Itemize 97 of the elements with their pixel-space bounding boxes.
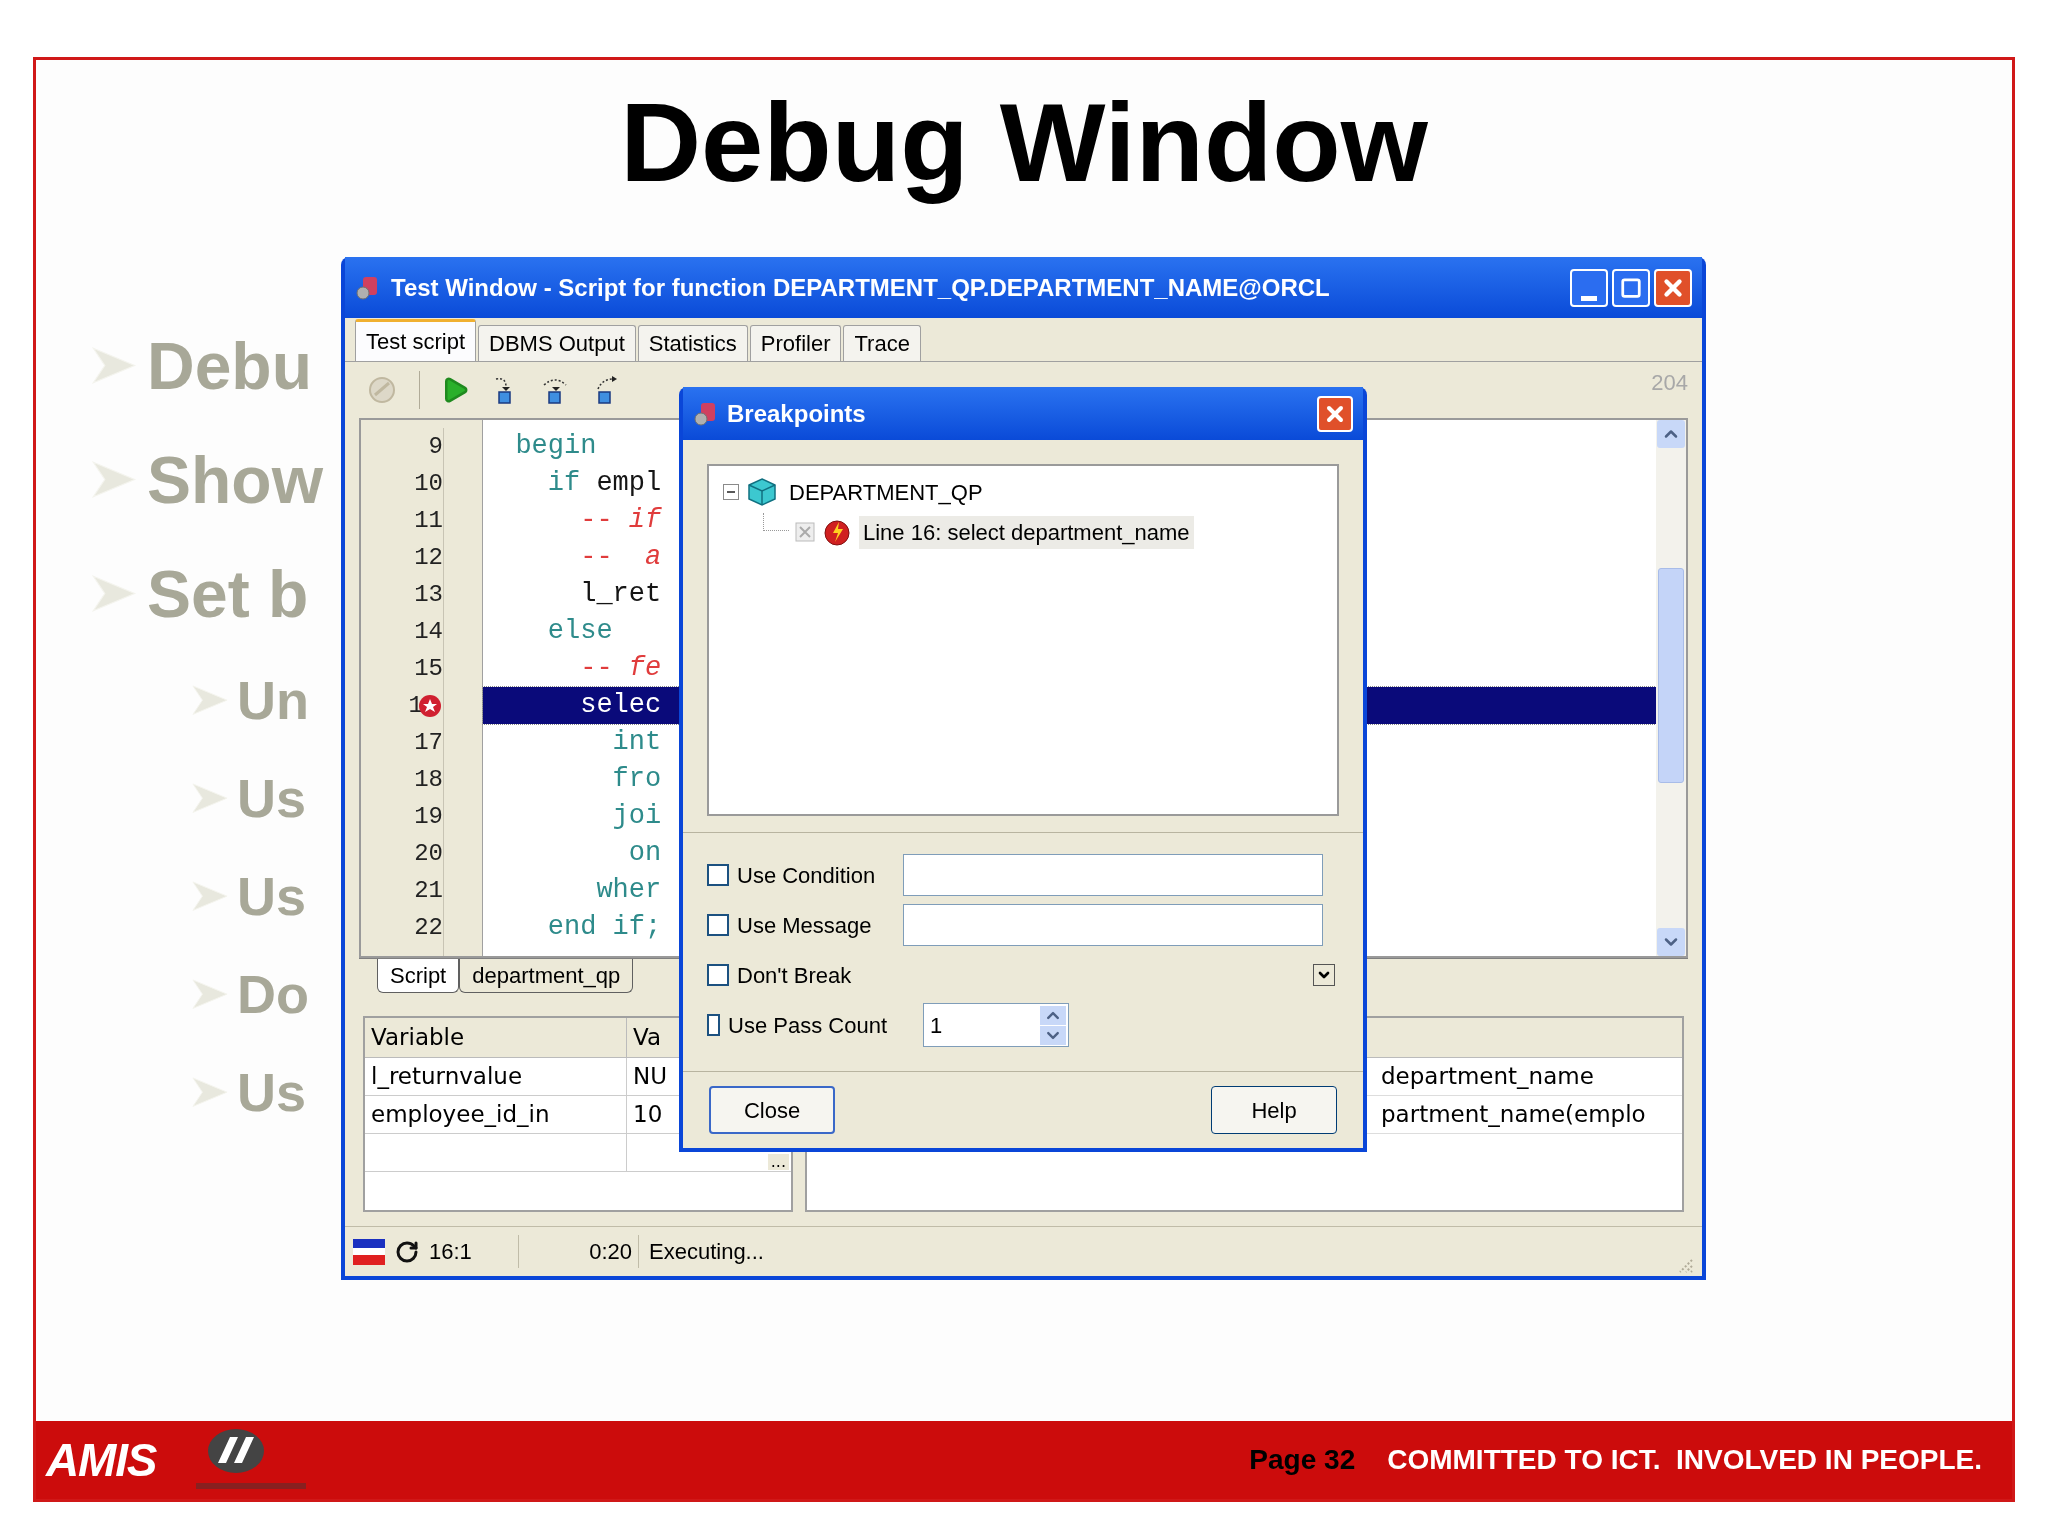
input-field[interactable] — [903, 904, 1323, 946]
line-number: 14 — [414, 616, 443, 647]
arrow-bullet-icon — [91, 346, 137, 386]
line-number: 19 — [414, 801, 443, 832]
arrow-bullet-icon — [191, 781, 229, 815]
window-title: Test Window - Script for function DEPARTMENT_QP.DEPARTMENT_NAME@ORCL — [391, 272, 1330, 303]
editor-tab[interactable]: Script — [377, 959, 460, 993]
status-message: Executing... — [649, 1238, 764, 1266]
checkbox-label: Use Condition — [737, 861, 876, 890]
spin-up-icon[interactable] — [1040, 1005, 1066, 1025]
code-line: l_ret — [579, 581, 662, 608]
line-number: 13 — [414, 579, 443, 610]
code-line: selec — [579, 692, 662, 719]
checkbox[interactable] — [707, 864, 729, 886]
tab[interactable]: Statistics — [637, 325, 748, 361]
close-button[interactable] — [1317, 395, 1353, 432]
output-text: department_name — [1381, 1062, 1594, 1092]
line-number: 21 — [414, 875, 443, 906]
line-number: 9 — [428, 431, 443, 462]
scrollbar-thumb[interactable] — [1658, 568, 1684, 783]
code-line: int — [611, 729, 662, 756]
tab[interactable]: Test script — [355, 319, 477, 361]
line-number: 11 — [414, 505, 443, 536]
line-number: 18 — [414, 764, 443, 795]
slogan: COMMITTED TO ICT. INVOLVED IN PEOPLE. — [1387, 1443, 1982, 1477]
tab[interactable]: Profiler — [749, 325, 842, 361]
bullet-text: Un — [237, 673, 309, 727]
line-number: 22 — [414, 912, 443, 943]
line-number: 20 — [414, 838, 443, 869]
code-line: -- a — [579, 544, 662, 571]
maximize-icon — [1620, 276, 1642, 299]
checkbox[interactable] — [707, 964, 729, 986]
code-line: if empl — [546, 470, 662, 497]
code-line: wher — [595, 877, 662, 904]
bullet-text: Us — [237, 771, 307, 825]
flag-icon — [353, 1236, 385, 1267]
counter-text: 204 — [1651, 369, 1688, 397]
line-number: 17 — [414, 727, 443, 758]
logo-text: AMIS — [46, 1432, 157, 1488]
arrow-bullet-icon — [191, 1075, 229, 1109]
column-header: Variable — [365, 1018, 627, 1057]
line-number: 15 — [414, 653, 443, 684]
cube-icon — [747, 477, 777, 507]
editor-tab[interactable]: department_qp — [459, 959, 634, 993]
code-line: fro — [611, 766, 662, 793]
close-button[interactable] — [1654, 268, 1692, 307]
page-number: Page 32 — [1249, 1443, 1356, 1477]
collapse-icon[interactable] — [723, 484, 739, 500]
line-number: 1 — [408, 690, 423, 721]
pass-count-spinner[interactable]: 1 — [923, 1003, 1069, 1047]
tab[interactable]: Trace — [843, 325, 921, 361]
output-text: partment_name(emplo — [1381, 1100, 1646, 1130]
bullet-text: Show — [147, 447, 323, 513]
checkbox[interactable] — [707, 914, 729, 936]
arrow-bullet-icon — [91, 460, 137, 500]
line-number: 12 — [414, 542, 443, 573]
elapsed-time: 0:20 — [529, 1235, 639, 1268]
table-cell: l_returnvalue — [365, 1058, 627, 1095]
code-line: -- if — [579, 507, 662, 534]
tree-item[interactable]: DEPARTMENT_QP — [785, 475, 987, 509]
arrow-bullet-icon — [191, 879, 229, 913]
code-line: joi — [611, 803, 662, 830]
tree-item[interactable]: Line 16: select department_name — [859, 515, 1194, 549]
dropdown-button[interactable] — [1313, 964, 1335, 986]
code-line: end if; — [546, 914, 662, 941]
slide-title: Debug Window — [620, 79, 1428, 208]
minimize-button[interactable] — [1570, 268, 1608, 307]
breakpoint-icon — [823, 518, 851, 546]
code-line: on — [627, 840, 662, 867]
arrow-bullet-icon — [191, 977, 229, 1011]
arrow-bullet-icon — [191, 683, 229, 717]
disabled-checkbox-icon — [795, 522, 815, 542]
line-number: 10 — [414, 468, 443, 499]
bullet-text: Us — [237, 869, 307, 923]
checkbox-label: Use Message — [737, 911, 872, 940]
minimize-icon — [1581, 295, 1597, 301]
bullet-text: Debu — [147, 333, 312, 399]
code-line: -- fe — [579, 655, 662, 682]
table-cell: employee_id_in — [365, 1096, 627, 1133]
bullet-text: Us — [237, 1065, 307, 1119]
checkbox-label: Don't Break — [737, 961, 852, 990]
checkbox[interactable] — [707, 1014, 721, 1036]
code-line: begin — [514, 433, 597, 460]
maximize-button[interactable] — [1612, 268, 1650, 307]
input-field[interactable] — [903, 854, 1323, 896]
bullet-text: Do — [237, 967, 309, 1021]
more-button[interactable]: ... — [767, 1154, 789, 1170]
spin-down-icon[interactable] — [1040, 1025, 1066, 1045]
tab[interactable]: DBMS Output — [478, 325, 636, 361]
refresh-icon — [395, 1239, 419, 1264]
close-dialog-button[interactable]: Close — [709, 1086, 835, 1134]
help-button[interactable]: Help — [1211, 1086, 1337, 1134]
dialog-title: Breakpoints — [727, 398, 866, 429]
arrow-bullet-icon — [91, 574, 137, 614]
code-line: else — [546, 618, 613, 645]
bullet-text: Set b — [147, 561, 309, 627]
cursor-position: 16:1 — [429, 1235, 519, 1268]
